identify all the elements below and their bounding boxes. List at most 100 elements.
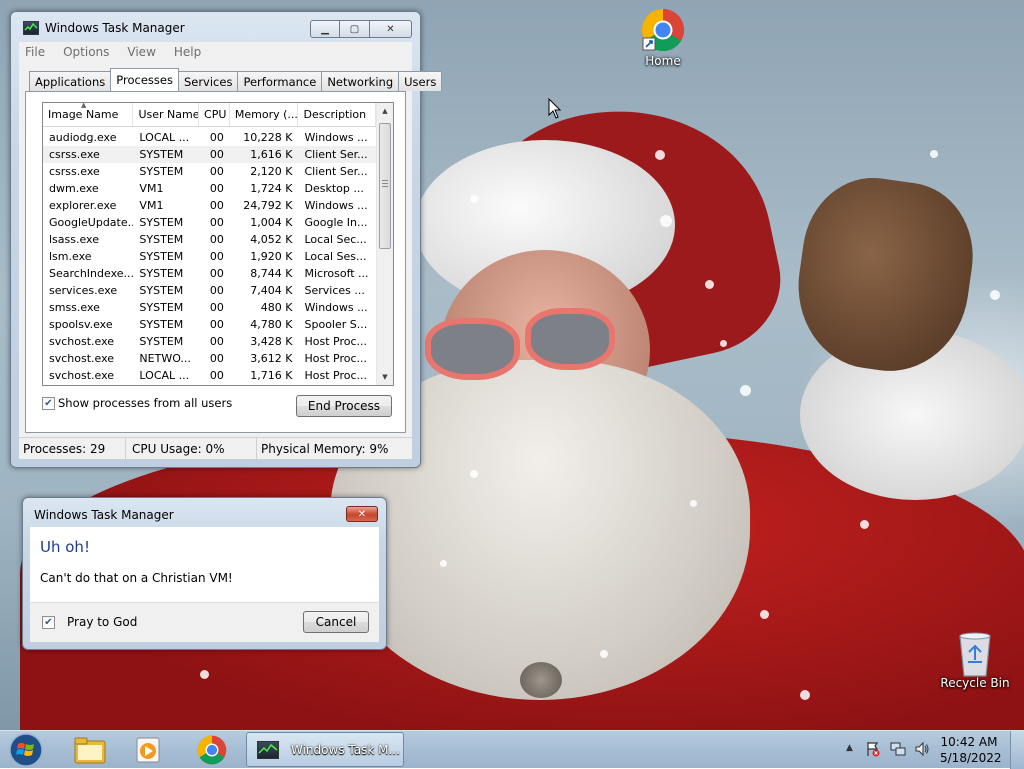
cell-user-name: SYSTEM — [139, 318, 184, 331]
volume-icon[interactable] — [914, 741, 930, 757]
cell-user-name: SYSTEM — [139, 233, 184, 246]
cell-cpu: 00 — [209, 182, 224, 195]
cell-memory: 3,428 K — [250, 335, 293, 348]
cell-user-name: SYSTEM — [139, 267, 184, 280]
dialog-title: Windows Task Manager — [34, 508, 174, 522]
process-row[interactable]: lsm.exe SYSTEM 00 1,920 K Local Ses... — [43, 248, 376, 265]
column-image-name[interactable]: Image Name ▲ — [43, 103, 134, 126]
dialog-body: Uh oh! Can't do that on a Christian VM! — [30, 527, 379, 602]
tab-processes[interactable]: Processes — [110, 68, 179, 91]
cell-cpu: 00 — [209, 284, 224, 297]
tab-services[interactable]: Services — [177, 71, 239, 91]
cancel-button[interactable]: Cancel — [303, 611, 369, 633]
scroll-thumb[interactable] — [379, 123, 391, 249]
cell-description: Local Ses... — [304, 250, 367, 263]
process-row[interactable]: smss.exe SYSTEM 00 480 K Windows ... — [43, 299, 376, 316]
task-manager-client: Applications Processes Services Performa… — [19, 62, 443, 459]
menu-options[interactable]: Options — [63, 45, 109, 59]
cell-memory: 480 K — [260, 301, 293, 314]
wallpaper-sunglasses-left — [425, 318, 520, 380]
processes-panel: Image Name ▲ User Name CPU Memory (... D… — [25, 91, 406, 433]
minimize-button[interactable]: ▁ — [310, 20, 340, 38]
cell-image-name: csrss.exe — [49, 165, 100, 178]
process-row[interactable]: services.exe SYSTEM 00 7,404 K Services ... — [43, 282, 376, 299]
network-icon[interactable] — [890, 741, 906, 757]
cell-memory: 1,920 K — [250, 250, 293, 263]
cell-memory: 4,780 K — [250, 318, 293, 331]
action-center-icon[interactable] — [866, 741, 880, 757]
cell-cpu: 00 — [209, 148, 224, 161]
cell-image-name: dwm.exe — [49, 182, 99, 195]
menu-view[interactable]: View — [127, 45, 155, 59]
error-dialog: Windows Task Manager ✕ Uh oh! Can't do t… — [22, 497, 387, 650]
column-cpu[interactable]: CPU — [199, 103, 230, 126]
show-desktop-button[interactable] — [1010, 731, 1024, 769]
tab-users[interactable]: Users — [398, 71, 443, 91]
process-row[interactable]: spoolsv.exe SYSTEM 00 4,780 K Spooler S... — [43, 316, 376, 333]
process-row[interactable]: GoogleUpdate... SYSTEM 00 1,004 K Google In.… — [43, 214, 376, 231]
process-row[interactable]: lsass.exe SYSTEM 00 4,052 K Local Sec... — [43, 231, 376, 248]
show-all-processes-checkbox[interactable]: ✔ Show processes from all users — [42, 396, 232, 410]
desktop-icon-recycle-bin[interactable]: Recycle Bin — [935, 630, 1015, 690]
dialog-close-button[interactable]: ✕ — [346, 506, 378, 522]
maximize-button[interactable]: ▢ — [340, 20, 370, 38]
desktop-icon-home[interactable]: Home — [623, 8, 703, 68]
cell-memory: 1,724 K — [250, 182, 293, 195]
tab-strip: Applications Processes Services Performa… — [29, 68, 443, 91]
process-row[interactable]: svchost.exe SYSTEM 00 3,428 K Host Proc... — [43, 333, 376, 350]
column-description[interactable]: Description — [298, 103, 377, 126]
clock[interactable]: 10:42 AM 5/18/2022 — [940, 734, 1002, 766]
process-row[interactable]: audiodg.exe LOCAL ... 00 10,228 K Windows ..… — [43, 129, 376, 146]
process-list-scrollbar[interactable]: ▲ ▼ — [376, 103, 393, 385]
cell-description: Google In... — [304, 216, 368, 229]
taskbar-task-manager-button[interactable]: Windows Task M... — [246, 732, 404, 767]
cell-cpu: 00 — [209, 233, 224, 246]
cell-description: Client Ser... — [304, 165, 368, 178]
task-manager-window: Windows Task Manager ▁ ▢ ✕ File Options … — [10, 11, 443, 468]
process-row[interactable]: csrss.exe SYSTEM 00 2,120 K Client Ser... — [43, 163, 376, 180]
cell-description: Spooler S... — [304, 318, 368, 331]
process-row[interactable]: dwm.exe VM1 00 1,724 K Desktop ... — [43, 180, 376, 197]
scroll-down-icon[interactable]: ▼ — [377, 369, 393, 385]
menu-bar: File Options View Help — [19, 42, 412, 62]
process-row[interactable]: svchost.exe NETWO... 00 3,612 K Host Proc... — [43, 350, 376, 367]
taskbar-media-player-button[interactable] — [126, 732, 170, 768]
tab-networking[interactable]: Networking — [321, 71, 400, 91]
cell-description: Host Proc... — [304, 335, 368, 348]
cell-user-name: SYSTEM — [139, 284, 184, 297]
tab-applications[interactable]: Applications — [29, 71, 112, 91]
scroll-up-icon[interactable]: ▲ — [377, 103, 393, 119]
cell-image-name: SearchIndexe... — [49, 267, 134, 280]
process-row[interactable]: svchost.exe LOCAL ... 00 1,716 K Host Proc..… — [43, 367, 376, 384]
tab-performance[interactable]: Performance — [237, 71, 323, 91]
taskbar-explorer-button[interactable] — [68, 732, 112, 768]
cell-image-name: smss.exe — [49, 301, 100, 314]
start-button[interactable] — [4, 732, 48, 768]
pray-checkbox[interactable]: ✔ Pray to God — [42, 615, 137, 629]
mouse-cursor — [548, 97, 562, 120]
wallpaper-sunglasses-right — [525, 308, 615, 370]
column-user-name[interactable]: User Name — [133, 103, 200, 126]
close-button[interactable]: ✕ — [370, 20, 412, 38]
dialog-message: Can't do that on a Christian VM! — [40, 571, 233, 585]
menu-file[interactable]: File — [25, 45, 45, 59]
minimize-icon: ▁ — [321, 23, 329, 35]
menu-help[interactable]: Help — [174, 45, 201, 59]
process-row[interactable]: csrss.exe SYSTEM 00 1,616 K Client Ser... — [43, 146, 376, 163]
cell-user-name: NETWO... — [139, 352, 191, 365]
cell-description: Windows ... — [304, 301, 368, 314]
cell-cpu: 00 — [209, 250, 224, 263]
status-cpu: CPU Usage: 0% — [126, 438, 257, 459]
process-list[interactable]: Image Name ▲ User Name CPU Memory (... D… — [42, 102, 394, 386]
end-process-button[interactable]: End Process — [296, 395, 392, 417]
cell-image-name: svchost.exe — [49, 369, 115, 382]
process-row[interactable]: explorer.exe VM1 00 24,792 K Windows ... — [43, 197, 376, 214]
cell-memory: 3,612 K — [250, 352, 293, 365]
status-bar: Processes: 29 CPU Usage: 0% Physical Mem… — [19, 437, 412, 459]
taskbar-chrome-button[interactable] — [190, 732, 234, 768]
process-row[interactable]: SearchIndexe... SYSTEM 00 8,744 K Microsoft … — [43, 265, 376, 282]
column-memory[interactable]: Memory (... — [230, 103, 299, 126]
show-hidden-icons-button[interactable]: ▲ — [846, 743, 853, 753]
cell-memory: 10,228 K — [243, 131, 293, 144]
cell-image-name: lsass.exe — [49, 233, 99, 246]
